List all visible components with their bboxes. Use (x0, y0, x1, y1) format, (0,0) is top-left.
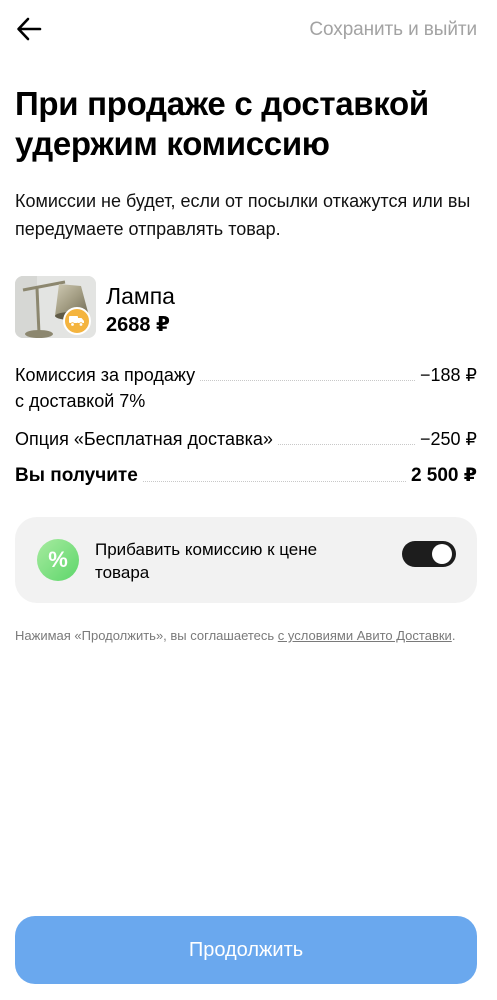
save-and-exit-link[interactable]: Сохранить и выйти (309, 19, 477, 41)
continue-button[interactable]: Продолжить (15, 916, 477, 984)
total-label: Вы получите (15, 465, 138, 486)
dotted-leader (200, 362, 415, 381)
free-delivery-row: Опция «Бесплатная доставка» −250 ₽ (15, 426, 477, 452)
total-value: 2 500 ₽ (410, 465, 477, 486)
top-bar: Сохранить и выйти (0, 0, 497, 60)
page-subtitle: Комиссии не будет, если от посылки откаж… (15, 191, 471, 239)
arrow-left-icon (17, 17, 42, 41)
commission-value: −188 ₽ (420, 365, 477, 385)
add-commission-label: Прибавить комиссию к цене товара (95, 540, 318, 582)
delivery-terms-link[interactable]: с условиями Авито Доставки (278, 628, 452, 643)
free-delivery-label: Опция «Бесплатная доставка» (15, 429, 273, 449)
total-row: Вы получите 2 500 ₽ (15, 463, 477, 489)
free-delivery-value: −250 ₽ (420, 429, 477, 449)
product-name: Лампа (106, 283, 175, 309)
page-title: При продаже с доставкой удержим комиссию (15, 85, 429, 162)
commission-label: Комиссия за продажу (15, 365, 196, 385)
back-button[interactable] (12, 12, 46, 46)
add-commission-card: % Прибавить комиссию к цене товара (15, 517, 477, 603)
delivery-truck-icon (63, 307, 91, 335)
legal-suffix: . (451, 628, 456, 643)
legal-notice: Нажимая «Продолжить», вы соглашаетесь с … (15, 626, 480, 646)
toggle-knob (432, 544, 452, 564)
commission-label-line2: с доставкой 7% (15, 391, 146, 411)
dotted-leader (277, 426, 415, 445)
product-summary: Лампа 2688 ₽ (15, 276, 475, 340)
add-commission-toggle[interactable] (402, 541, 456, 567)
legal-prefix: Нажимая «Продолжить», вы соглашаетесь (15, 628, 278, 643)
dotted-leader (142, 463, 406, 482)
product-image (15, 276, 96, 338)
percent-icon: % (37, 539, 79, 581)
commission-row: Комиссия за продажу −188 ₽ с доставкой 7… (15, 362, 477, 411)
product-price: 2688 ₽ (106, 314, 170, 336)
